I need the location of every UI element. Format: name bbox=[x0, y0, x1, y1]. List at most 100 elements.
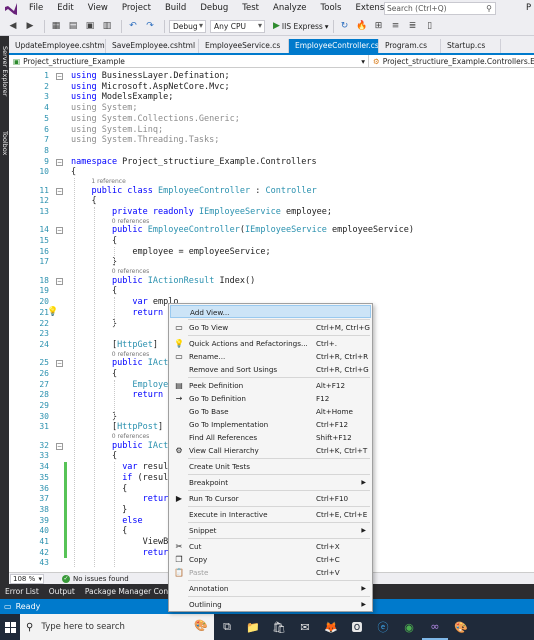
collapse-toggle-icon[interactable]: − bbox=[56, 187, 63, 195]
tool-tab-output[interactable]: Output bbox=[44, 587, 80, 596]
menu-item-create-unit-tests[interactable]: Create Unit Tests bbox=[170, 460, 371, 473]
menu-item-shortcut: Ctrl+R, Ctrl+R bbox=[316, 352, 369, 361]
collapse-toggle-icon[interactable]: − bbox=[56, 73, 63, 80]
menu-item-view[interactable]: View bbox=[81, 0, 115, 17]
menu-item-go-to-view[interactable]: ▭ Go To View Ctrl+M, Ctrl+G bbox=[170, 321, 371, 334]
tab-updateemployee-cshtml[interactable]: UpdateEmployee.cshtml bbox=[9, 39, 106, 53]
menu-item-shortcut: Ctrl+M, Ctrl+G bbox=[316, 323, 370, 332]
menu-separator bbox=[188, 335, 370, 336]
menu-item-breakpoint[interactable]: Breakpoint ▶ bbox=[170, 476, 371, 489]
browser-link-icon[interactable]: ⊞ bbox=[372, 19, 386, 33]
codelens-references[interactable]: 0 references bbox=[112, 351, 150, 358]
undo-icon[interactable]: ↶ bbox=[126, 19, 140, 33]
platform-select[interactable]: Any CPU bbox=[210, 19, 265, 33]
menu-item-execute-in-interactive[interactable]: Execute in Interactive Ctrl+E, Ctrl+E bbox=[170, 508, 371, 521]
code-text: public EmployeeController(IEmployeeServi… bbox=[71, 225, 414, 235]
menu-item-build[interactable]: Build bbox=[158, 0, 193, 17]
tab-program-cs[interactable]: Program.cs bbox=[379, 39, 441, 53]
code-token: Microsoft.AspNetCore.Mvc; bbox=[96, 81, 230, 92]
task-view-icon[interactable]: ⧉ bbox=[214, 614, 240, 640]
menu-item-find-all-references[interactable]: Find All References Shift+F12 bbox=[170, 431, 371, 444]
menu-item-project[interactable]: Project bbox=[115, 0, 158, 17]
paint-icon[interactable]: 🎨 bbox=[448, 614, 474, 640]
menu-item-analyze[interactable]: Analyze bbox=[266, 0, 314, 17]
project-dropdown[interactable]: ▣ Project_structiure_Example ▾ bbox=[9, 55, 369, 67]
tab-startup-cs[interactable]: Startup.cs bbox=[441, 39, 501, 53]
server-explorer-tab[interactable]: Server Explorer bbox=[0, 40, 9, 102]
code-token: ] bbox=[158, 422, 164, 433]
save-all-icon[interactable]: ▥ bbox=[100, 19, 114, 33]
rename-icon: ▭ bbox=[175, 352, 183, 361]
codelens-references[interactable]: 1 reference bbox=[91, 178, 125, 185]
menu-item-go-to-base[interactable]: Go To Base Alt+Home bbox=[170, 405, 371, 418]
menu-item-outlining[interactable]: Outlining ▶ bbox=[170, 598, 371, 611]
code-token: BusinessLayer.Defination; bbox=[96, 71, 230, 81]
menu-item-edit[interactable]: Edit bbox=[50, 0, 80, 17]
zoom-select[interactable]: 108 % bbox=[10, 573, 44, 584]
line-number: 26 bbox=[39, 368, 49, 378]
menu-item-annotation[interactable]: Annotation ▶ bbox=[170, 582, 371, 595]
code-token: public bbox=[111, 440, 143, 451]
run-dropdown-icon[interactable]: ▾ bbox=[325, 22, 329, 31]
menu-item-debug[interactable]: Debug bbox=[193, 0, 235, 17]
menu-item-snippet[interactable]: Snippet ▶ bbox=[170, 524, 371, 537]
new-item-icon[interactable]: ▦ bbox=[49, 19, 63, 33]
comment-icon[interactable]: ≡ bbox=[389, 19, 403, 33]
configuration-select[interactable]: Debug bbox=[169, 19, 206, 33]
menu-item-tools[interactable]: Tools bbox=[314, 0, 349, 17]
explorer-icon[interactable]: 📁 bbox=[240, 614, 266, 640]
collapse-toggle-icon[interactable]: − bbox=[56, 158, 63, 166]
back-icon[interactable]: ◀ bbox=[6, 19, 20, 33]
save-icon[interactable]: ▣ bbox=[83, 19, 97, 33]
menu-overflow[interactable]: P bbox=[526, 0, 531, 17]
collapse-toggle-icon[interactable]: − bbox=[56, 277, 63, 285]
taskbar-search-input[interactable]: ⚲ Type here to search 🎨 bbox=[20, 614, 214, 640]
windows-logo-icon bbox=[4, 621, 16, 633]
forward-icon[interactable]: ▶ bbox=[23, 19, 37, 33]
type-dropdown[interactable]: ⚙ Project_structiure_Example.Controllers… bbox=[369, 55, 534, 67]
menu-item-rename[interactable]: ▭ Rename... Ctrl+R, Ctrl+R bbox=[170, 350, 371, 363]
menu-item-file[interactable]: File bbox=[22, 0, 50, 17]
firefox-icon[interactable]: 🦊 bbox=[318, 614, 344, 640]
codelens-references[interactable]: 0 references bbox=[112, 268, 150, 275]
store-icon[interactable]: 🛍 bbox=[266, 614, 292, 640]
menu-item-add-view[interactable]: Add View... bbox=[170, 305, 371, 318]
bookmark-icon[interactable]: ▯ bbox=[423, 19, 437, 33]
menu-item-cut[interactable]: ✂ Cut Ctrl+X bbox=[170, 540, 371, 553]
redo-icon[interactable]: ↷ bbox=[143, 19, 157, 33]
menu-item-run-to-cursor[interactable]: ▶ Run To Cursor Ctrl+F10 bbox=[170, 492, 371, 505]
codelens-references[interactable]: 0 references bbox=[112, 218, 150, 225]
visual-studio-icon[interactable]: ∞ bbox=[422, 614, 448, 640]
run-button[interactable]: ▶ IIS Express ▾ bbox=[273, 21, 329, 31]
chrome-icon[interactable]: ◉ bbox=[396, 614, 422, 640]
menu-item-remove-and-sort-usings[interactable]: Remove and Sort Usings Ctrl+R, Ctrl+G bbox=[170, 363, 371, 376]
office-icon[interactable]: 🅾 bbox=[344, 614, 370, 640]
search-input[interactable]: Search (Ctrl+Q) ⚲ bbox=[384, 2, 496, 15]
menu-item-go-to-implementation[interactable]: Go To Implementation Ctrl+F12 bbox=[170, 418, 371, 431]
menu-item-copy[interactable]: ❐ Copy Ctrl+C bbox=[170, 553, 371, 566]
start-button[interactable] bbox=[0, 614, 20, 640]
open-folder-icon[interactable]: ▤ bbox=[66, 19, 80, 33]
code-text: retur bbox=[71, 494, 169, 504]
tab-saveemployee-cshtml[interactable]: SaveEmployee.cshtml bbox=[106, 39, 199, 53]
codelens-references[interactable]: 0 references bbox=[112, 433, 150, 440]
edge-icon[interactable]: ⓔ bbox=[370, 614, 396, 640]
menu-item-go-to-definition[interactable]: → Go To Definition F12 bbox=[170, 392, 371, 405]
menu-item-view-call-hierarchy[interactable]: ⚙ View Call Hierarchy Ctrl+K, Ctrl+T bbox=[170, 444, 371, 457]
collapse-toggle-icon[interactable]: − bbox=[56, 360, 63, 368]
toolbox-tab[interactable]: Toolbox bbox=[0, 128, 9, 158]
collapse-toggle-icon[interactable]: − bbox=[56, 442, 63, 450]
uncomment-icon[interactable]: ≣ bbox=[406, 19, 420, 33]
lightbulb-icon[interactable]: 💡 bbox=[47, 307, 58, 317]
hot-reload-icon[interactable]: 🔥 bbox=[355, 19, 369, 33]
tool-tab-error-list[interactable]: Error List bbox=[0, 587, 44, 596]
tab-employeeservice-cs[interactable]: EmployeeService.cs bbox=[199, 39, 289, 53]
refresh-icon[interactable]: ↻ bbox=[338, 19, 352, 33]
menu-item-peek-definition[interactable]: ▤ Peek Definition Alt+F12 bbox=[170, 379, 371, 392]
issues-indicator[interactable]: ✓ No issues found bbox=[62, 574, 129, 583]
collapse-toggle-icon[interactable]: − bbox=[56, 227, 63, 235]
mail-icon[interactable]: ✉ bbox=[292, 614, 318, 640]
menu-item-test[interactable]: Test bbox=[235, 0, 266, 17]
tab-employeecontroller-cs[interactable]: EmployeeController.cs⊸✕ bbox=[289, 39, 379, 53]
menu-item-quick-actions-and-refactorings[interactable]: 💡 Quick Actions and Refactorings... Ctrl+. bbox=[170, 337, 371, 350]
